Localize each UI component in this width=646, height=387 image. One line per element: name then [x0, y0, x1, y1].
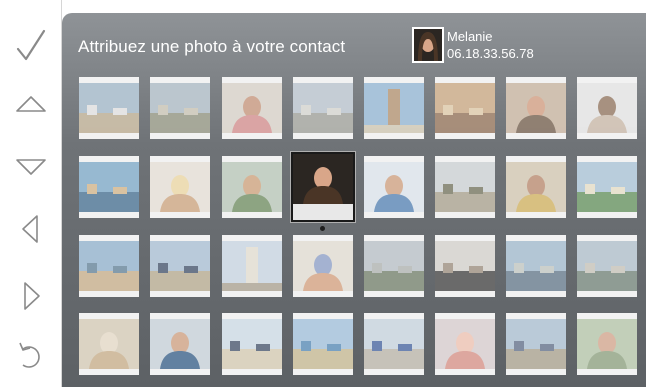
photo-image [79, 162, 139, 212]
photo-thumbnail[interactable] [293, 77, 353, 139]
up-arrow-button[interactable] [0, 73, 62, 135]
photo-image [79, 83, 139, 133]
up-arrow-icon [12, 85, 50, 123]
photo-thumbnail[interactable] [577, 77, 637, 139]
down-arrow-icon [12, 148, 50, 186]
confirm-check-icon [12, 27, 50, 65]
photo-image [506, 319, 566, 369]
photo-thumbnail[interactable] [222, 235, 282, 297]
contact-phone: 06.18.33.56.78 [447, 46, 534, 61]
photo-image [293, 154, 353, 220]
photo-thumbnail[interactable] [222, 313, 282, 375]
photo-thumbnail[interactable] [79, 77, 139, 139]
photo-image [150, 319, 210, 369]
photo-image [79, 241, 139, 291]
photo-image [435, 83, 495, 133]
photo-image [506, 241, 566, 291]
photo-thumbnail[interactable] [435, 313, 495, 375]
photo-thumbnail[interactable] [222, 77, 282, 139]
right-arrow-icon [12, 277, 50, 315]
back-button[interactable] [0, 326, 62, 387]
photo-thumbnail[interactable] [506, 235, 566, 297]
photo-thumbnail[interactable] [435, 77, 495, 139]
icon-rail [0, 0, 62, 387]
photo-image [150, 83, 210, 133]
photo-image [364, 319, 424, 369]
photo-image [293, 83, 353, 133]
selection-indicator [320, 226, 325, 231]
right-arrow-button[interactable] [0, 265, 62, 327]
photo-thumbnail[interactable] [506, 77, 566, 139]
photo-image [150, 241, 210, 291]
left-arrow-icon [12, 210, 50, 248]
photo-thumbnail[interactable] [435, 235, 495, 297]
photo-image [435, 319, 495, 369]
photo-thumbnail[interactable] [293, 235, 353, 297]
photo-image [293, 319, 353, 369]
photo-image [222, 162, 282, 212]
photo-thumbnail[interactable] [435, 156, 495, 218]
photo-image [364, 241, 424, 291]
left-arrow-button[interactable] [0, 198, 62, 260]
photo-thumbnail[interactable] [364, 77, 424, 139]
contact-name: Melanie [447, 29, 493, 44]
photo-thumbnail[interactable] [506, 156, 566, 218]
photo-image [222, 83, 282, 133]
photo-thumbnail[interactable] [291, 152, 355, 222]
photo-thumbnail[interactable] [150, 77, 210, 139]
down-arrow-button[interactable] [0, 136, 62, 198]
photo-thumbnail[interactable] [364, 235, 424, 297]
photo-thumbnail[interactable] [79, 235, 139, 297]
photo-thumbnail[interactable] [222, 156, 282, 218]
back-icon [12, 338, 50, 376]
photo-thumbnail[interactable] [293, 313, 353, 375]
photo-image [577, 241, 637, 291]
photo-picker-panel: Attribuez une photo à votre contact Mela… [62, 13, 646, 387]
photo-image [150, 162, 210, 212]
photo-image [577, 83, 637, 133]
photo-thumbnail[interactable] [364, 156, 424, 218]
photo-image [435, 241, 495, 291]
confirm-check-button[interactable] [0, 15, 62, 77]
photo-image [577, 162, 637, 212]
photo-image [222, 319, 282, 369]
photo-thumbnail[interactable] [577, 156, 637, 218]
photo-image [435, 162, 495, 212]
photo-thumbnail[interactable] [150, 156, 210, 218]
photo-image [577, 319, 637, 369]
photo-image [222, 241, 282, 291]
photo-image [506, 83, 566, 133]
photo-thumbnail[interactable] [150, 313, 210, 375]
photo-image [364, 162, 424, 212]
photo-thumbnail[interactable] [364, 313, 424, 375]
photo-image [79, 319, 139, 369]
photo-thumbnail[interactable] [79, 313, 139, 375]
photo-thumbnail[interactable] [79, 156, 139, 218]
photo-image [506, 162, 566, 212]
photo-thumbnail[interactable] [577, 313, 637, 375]
photo-thumbnail[interactable] [150, 235, 210, 297]
photo-image [293, 241, 353, 291]
photo-thumbnail[interactable] [506, 313, 566, 375]
photo-image [364, 83, 424, 133]
contact-avatar [412, 27, 444, 63]
page-title: Attribuez une photo à votre contact [78, 37, 346, 56]
photo-thumbnail[interactable] [577, 235, 637, 297]
